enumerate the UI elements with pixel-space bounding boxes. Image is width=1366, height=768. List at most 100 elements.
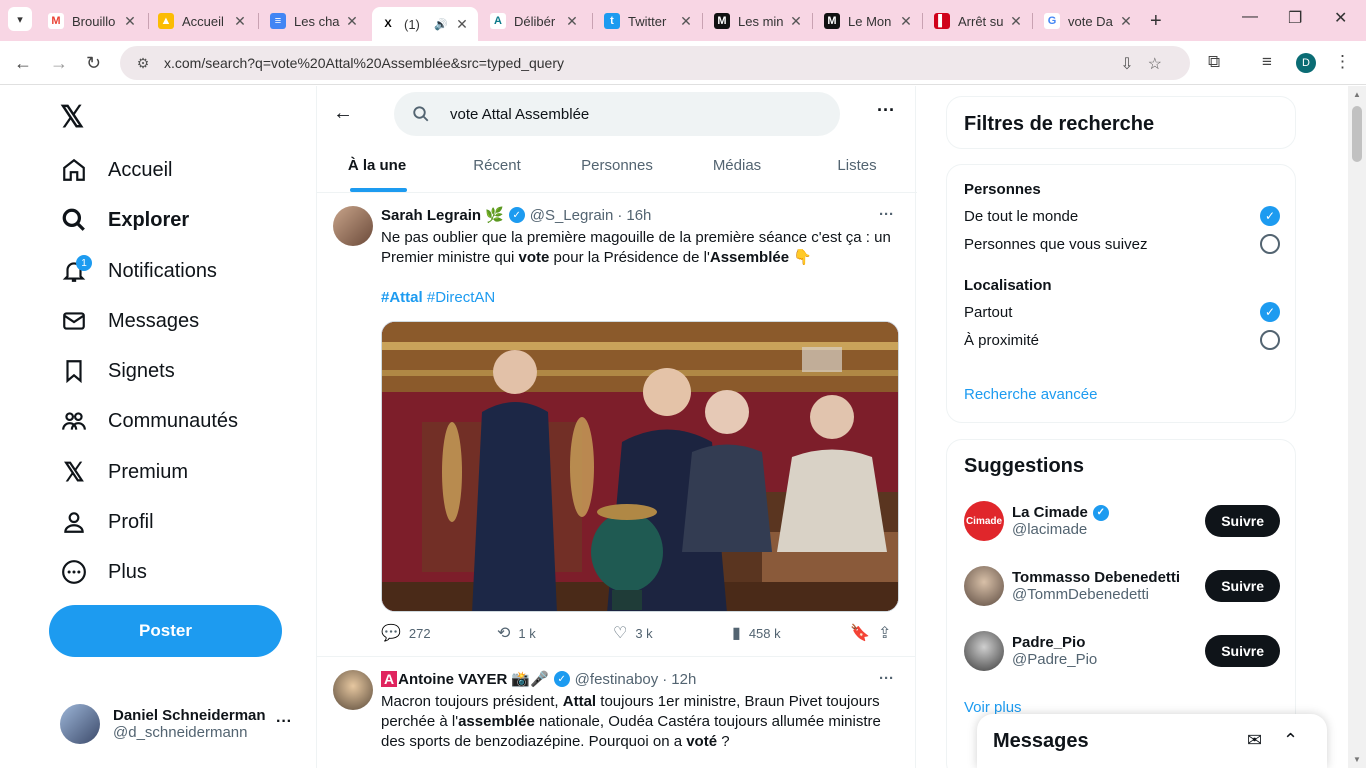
speaker-icon[interactable]: 🔊: [434, 18, 448, 31]
browser-tab[interactable]: A Délibér ✕: [482, 7, 588, 35]
account-switcher[interactable]: Daniel Schneiderman @d_schneidermann ···: [60, 701, 310, 747]
close-tab-icon[interactable]: ✕: [1008, 13, 1024, 30]
restore-icon[interactable]: ❐: [1288, 8, 1302, 28]
tweet[interactable]: A Antoine VAYER 📸🎤 ✓ @festinaboy · 12h ·…: [317, 658, 915, 768]
tab-latest[interactable]: Récent: [437, 139, 557, 192]
suggestion-item[interactable]: Cimade La Cimade ✓ @lacimade Suivre: [964, 498, 1280, 544]
follow-button[interactable]: Suivre: [1205, 570, 1280, 602]
checked-icon[interactable]: ✓: [1260, 206, 1280, 226]
tab-top[interactable]: À la une: [317, 139, 437, 192]
tweet-more-icon[interactable]: ···: [879, 670, 894, 687]
author-handle[interactable]: @festinaboy: [575, 671, 659, 688]
new-tab-icon[interactable]: +: [1150, 10, 1162, 33]
follow-button[interactable]: Suivre: [1205, 635, 1280, 667]
views-button[interactable]: ▮ 458 k: [732, 623, 781, 643]
author-handle[interactable]: @S_Legrain: [530, 207, 614, 224]
checked-icon[interactable]: ✓: [1260, 302, 1280, 322]
tab-people[interactable]: Personnes: [557, 139, 677, 192]
media-control-icon[interactable]: ≡: [1262, 52, 1272, 72]
tab-media[interactable]: Médias: [677, 139, 797, 192]
tab-lists[interactable]: Listes: [797, 139, 917, 192]
close-tab-icon[interactable]: ✕: [678, 13, 694, 30]
close-tab-icon[interactable]: ✕: [1118, 13, 1134, 30]
nav-item-communities[interactable]: Communautés: [60, 396, 238, 446]
close-tab-icon[interactable]: ✕: [564, 13, 580, 30]
browser-tab[interactable]: ≡ Les cha ✕: [262, 7, 368, 35]
follow-button[interactable]: Suivre: [1205, 505, 1280, 537]
page-scrollbar[interactable]: ▲ ▼: [1348, 86, 1366, 768]
filter-option-anywhere[interactable]: Partout ✓: [964, 302, 1280, 322]
reply-button[interactable]: 💬 272: [381, 623, 431, 643]
search-box[interactable]: [394, 92, 840, 136]
forward-icon[interactable]: →: [50, 53, 68, 74]
expand-drawer-icon[interactable]: ⌃: [1283, 730, 1298, 751]
radio-unchecked-icon[interactable]: [1260, 234, 1280, 254]
tweet[interactable]: Sarah Legrain 🌿 ✓ @S_Legrain · 16h ··· N…: [317, 194, 915, 657]
tweet-time[interactable]: 12h: [671, 671, 696, 688]
more-icon[interactable]: ···: [276, 713, 292, 731]
close-tab-icon[interactable]: ✕: [454, 16, 470, 33]
site-info-icon[interactable]: ⚙: [128, 55, 158, 72]
tweet-more-icon[interactable]: ···: [879, 206, 894, 223]
scroll-down-icon[interactable]: ▼: [1353, 755, 1361, 764]
suggestion-item[interactable]: Tommasso Debenedetti @TommDebenedetti Su…: [964, 563, 1280, 609]
avatar[interactable]: [333, 206, 373, 246]
browser-tab[interactable]: M Brouillo ✕: [40, 7, 146, 35]
address-bar[interactable]: ⚙ x.com/search?q=vote%20Attal%20Assemblé…: [120, 46, 1190, 80]
nav-item-home[interactable]: Accueil: [60, 145, 172, 195]
nav-item-explore[interactable]: Explorer: [60, 195, 189, 245]
x-logo-icon[interactable]: 𝕏: [60, 100, 84, 135]
browser-tab[interactable]: ▌ Arrêt su ✕: [926, 7, 1032, 35]
filter-option-everyone[interactable]: De tout le monde ✓: [964, 206, 1280, 226]
install-and-bookmark-icons[interactable]: ⇩☆: [1120, 54, 1176, 74]
close-window-icon[interactable]: ✕: [1334, 8, 1347, 28]
url-text[interactable]: x.com/search?q=vote%20Attal%20Assemblée&…: [164, 55, 564, 71]
share-button[interactable]: ⇪: [878, 623, 899, 643]
nav-item-more[interactable]: Plus: [60, 547, 147, 597]
hashtag-link[interactable]: #Attal: [381, 289, 423, 306]
nav-item-messages[interactable]: Messages: [60, 296, 199, 346]
minimize-icon[interactable]: —: [1242, 8, 1258, 26]
tweet-photo[interactable]: [381, 321, 899, 612]
close-tab-icon[interactable]: ✕: [232, 13, 248, 30]
radio-unchecked-icon[interactable]: [1260, 330, 1280, 350]
close-tab-icon[interactable]: ✕: [898, 13, 914, 30]
browser-tab[interactable]: t Twitter ✕: [596, 7, 702, 35]
extensions-icon[interactable]: ⧉: [1208, 52, 1220, 72]
avatar[interactable]: [964, 631, 1004, 671]
nav-item-profile[interactable]: Profil: [60, 497, 154, 547]
back-icon[interactable]: ←: [14, 53, 32, 74]
close-tab-icon[interactable]: ✕: [344, 13, 360, 30]
post-button[interactable]: Poster: [49, 605, 282, 657]
avatar[interactable]: [333, 670, 373, 710]
tweet-time[interactable]: 16h: [626, 207, 651, 224]
close-tab-icon[interactable]: ✕: [122, 13, 138, 30]
author-name[interactable]: Sarah Legrain: [381, 207, 481, 224]
new-message-icon[interactable]: ✉: [1247, 730, 1262, 751]
more-icon[interactable]: ···: [877, 100, 895, 121]
advanced-search-link[interactable]: Recherche avancée: [964, 386, 1097, 403]
scroll-up-icon[interactable]: ▲: [1353, 90, 1361, 99]
avatar[interactable]: [964, 566, 1004, 606]
search-input[interactable]: [450, 105, 810, 123]
avatar[interactable]: Cimade: [964, 501, 1004, 541]
bookmark-button[interactable]: 🔖: [850, 623, 878, 643]
hashtag-link[interactable]: #DirectAN: [427, 289, 495, 306]
browser-tab[interactable]: G vote Da ✕: [1036, 7, 1142, 35]
browser-tab[interactable]: ▲ Accueil ✕: [150, 7, 256, 35]
scrollbar-thumb[interactable]: [1352, 106, 1362, 162]
browser-tab[interactable]: M Le Mon ✕: [816, 7, 922, 35]
browser-tab[interactable]: M Les min ✕: [706, 7, 812, 35]
repost-button[interactable]: ⟲ 1 k: [497, 623, 536, 643]
browser-menu-icon[interactable]: ⋮: [1334, 52, 1351, 72]
back-arrow-icon[interactable]: ←: [333, 102, 353, 125]
nav-item-notifications[interactable]: 1 Notifications: [60, 246, 217, 296]
tab-search-button[interactable]: ▾: [8, 7, 32, 31]
reload-icon[interactable]: ↻: [86, 53, 101, 74]
close-tab-icon[interactable]: ✕: [788, 13, 804, 30]
filter-option-nearby[interactable]: À proximité: [964, 330, 1280, 350]
nav-item-bookmarks[interactable]: Signets: [60, 346, 175, 396]
filter-option-following[interactable]: Personnes que vous suivez: [964, 234, 1280, 254]
browser-tab-active[interactable]: X (1) 🔊 ✕: [372, 7, 478, 41]
author-name[interactable]: Antoine VAYER: [398, 671, 507, 688]
